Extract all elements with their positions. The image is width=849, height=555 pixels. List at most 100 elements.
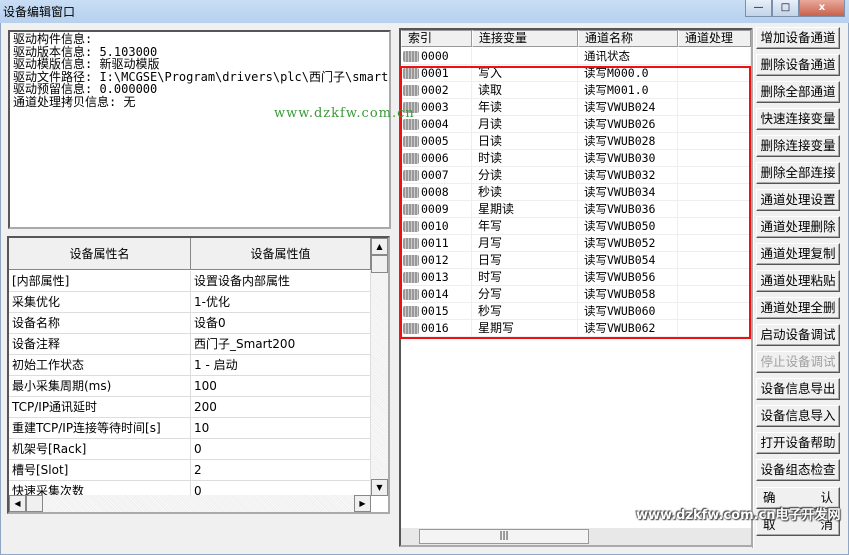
channel-index-text: 0005: [421, 134, 449, 148]
channel-process: [678, 303, 751, 319]
header-index[interactable]: 索引: [401, 30, 472, 47]
channel-row[interactable]: 0011 月写 读写VWUB052: [401, 235, 751, 252]
header-channel-name[interactable]: 通道名称: [578, 30, 678, 47]
channel-name: 读写M000.0: [578, 65, 678, 81]
list-scroll-thumb[interactable]: |||: [419, 529, 589, 544]
property-row[interactable]: TCP/IP通讯延时 200: [9, 397, 371, 418]
channel-process: [678, 116, 751, 132]
action-button[interactable]: 设备信息导出: [756, 378, 840, 400]
vertical-scrollbar[interactable]: ▲ ▼: [371, 238, 388, 496]
channel-index: 0011: [401, 235, 472, 251]
list-horizontal-scrollbar[interactable]: |||: [401, 528, 751, 545]
action-button[interactable]: 通道处理删除: [756, 216, 840, 238]
property-row[interactable]: 设备注释 西门子_Smart200: [9, 334, 371, 355]
channel-index-text: 0011: [421, 236, 449, 250]
property-row[interactable]: 初始工作状态 1 - 启动: [9, 355, 371, 376]
channel-process: [678, 167, 751, 183]
property-row[interactable]: 重建TCP/IP连接等待时间[s] 10: [9, 418, 371, 439]
property-value: 2: [191, 460, 371, 480]
channel-variable: 分写: [472, 286, 578, 302]
channel-index-text: 0004: [421, 117, 449, 131]
scroll-thumb[interactable]: [371, 255, 388, 273]
channel-name: 读写VWUB032: [578, 167, 678, 183]
channel-row[interactable]: 0006 时读 读写VWUB030: [401, 150, 751, 167]
action-button[interactable]: 通道处理粘贴: [756, 270, 840, 292]
channel-row[interactable]: 0013 时写 读写VWUB056: [401, 269, 751, 286]
action-button[interactable]: 设备信息导入: [756, 405, 840, 427]
channel-list[interactable]: 索引 连接变量 通道名称 通道处理 0000 通讯状态 0001 写入 读写M000.0…: [399, 28, 753, 547]
scroll-up-arrow-icon[interactable]: ▲: [371, 238, 388, 255]
h-scroll-thumb[interactable]: [26, 495, 43, 512]
property-grid[interactable]: 设备属性名 设备属性值 [内部属性] 设置设备内部属性 采集优化 1-优化 设备名称 设备…: [7, 236, 390, 514]
action-button[interactable]: 通道处理设置: [756, 189, 840, 211]
chip-icon: [403, 271, 419, 283]
channel-row[interactable]: 0007 分读 读写VWUB032: [401, 167, 751, 184]
action-button[interactable]: 停止设备调试: [756, 351, 840, 373]
close-button[interactable]: x: [799, 0, 845, 17]
channel-variable: 秒读: [472, 184, 578, 200]
channel-list-header: 索引 连接变量 通道名称 通道处理: [401, 30, 751, 47]
property-row[interactable]: 机架号[Rack] 0: [9, 439, 371, 460]
chip-icon: [403, 186, 419, 198]
chip-icon: [403, 322, 419, 334]
property-row[interactable]: 采集优化 1-优化: [9, 292, 371, 313]
property-row[interactable]: [内部属性] 设置设备内部属性: [9, 271, 371, 292]
channel-row[interactable]: 0002 读取 读写M001.0: [401, 82, 751, 99]
channel-name: 读写VWUB056: [578, 269, 678, 285]
header-variable[interactable]: 连接变量: [472, 30, 578, 47]
channel-process: [678, 82, 751, 98]
channel-row[interactable]: 0003 年读 读写VWUB024: [401, 99, 751, 116]
action-button[interactable]: 通道处理全删: [756, 297, 840, 319]
property-value: 100: [191, 376, 371, 396]
maximize-button[interactable]: □: [772, 0, 799, 17]
channel-row[interactable]: 0008 秒读 读写VWUB034: [401, 184, 751, 201]
channel-name: 读写VWUB030: [578, 150, 678, 166]
action-button[interactable]: 设备组态检查: [756, 459, 840, 481]
action-button[interactable]: 打开设备帮助: [756, 432, 840, 454]
scroll-right-arrow-icon[interactable]: ▶: [354, 495, 371, 512]
action-button[interactable]: 增加设备通道: [756, 27, 840, 49]
channel-variable: [472, 48, 578, 64]
scroll-left-arrow-icon[interactable]: ◀: [9, 495, 26, 512]
channel-row[interactable]: 0015 秒写 读写VWUB060: [401, 303, 751, 320]
action-button[interactable]: 快速连接变量: [756, 108, 840, 130]
property-row[interactable]: 最小采集周期(ms) 100: [9, 376, 371, 397]
channel-index-text: 0002: [421, 83, 449, 97]
channel-row[interactable]: 0005 日读 读写VWUB028: [401, 133, 751, 150]
channel-variable: 时读: [472, 150, 578, 166]
channel-row[interactable]: 0001 写入 读写M000.0: [401, 65, 751, 82]
action-button[interactable]: 删除设备通道: [756, 54, 840, 76]
channel-row[interactable]: 0014 分写 读写VWUB058: [401, 286, 751, 303]
channel-row[interactable]: 0000 通讯状态: [401, 48, 751, 65]
channel-process: [678, 48, 751, 64]
property-value: 设备0: [191, 313, 371, 333]
channel-index: 0010: [401, 218, 472, 234]
header-channel-process[interactable]: 通道处理: [678, 30, 751, 47]
property-name: [内部属性]: [9, 271, 191, 291]
minimize-button[interactable]: —: [745, 0, 772, 17]
action-button[interactable]: 删除连接变量: [756, 135, 840, 157]
horizontal-scrollbar[interactable]: ◀ ▶: [9, 495, 371, 512]
channel-row[interactable]: 0012 日写 读写VWUB054: [401, 252, 751, 269]
channel-process: [678, 320, 751, 336]
channel-row[interactable]: 0010 年写 读写VWUB050: [401, 218, 751, 235]
property-name: 设备名称: [9, 313, 191, 333]
action-button[interactable]: 删除全部连接: [756, 162, 840, 184]
channel-row[interactable]: 0004 月读 读写VWUB026: [401, 116, 751, 133]
action-button[interactable]: 删除全部通道: [756, 81, 840, 103]
channel-row[interactable]: 0009 星期读 读写VWUB036: [401, 201, 751, 218]
property-value: 10: [191, 418, 371, 438]
watermark-bottom: www.dzkfw.com.cn电子开发网: [636, 508, 841, 523]
action-button[interactable]: 启动设备调试: [756, 324, 840, 346]
action-button[interactable]: 通道处理复制: [756, 243, 840, 265]
scroll-down-arrow-icon[interactable]: ▼: [371, 479, 388, 496]
channel-variable: 月写: [472, 235, 578, 251]
property-row[interactable]: 设备名称 设备0: [9, 313, 371, 334]
channel-index-text: 0003: [421, 100, 449, 114]
property-value: 西门子_Smart200: [191, 334, 371, 354]
driver-info-textbox[interactable]: 驱动构件信息: 驱动版本信息: 5.103000 驱动模版信息: 新驱动模版 驱动文件…: [8, 30, 391, 229]
chip-icon: [403, 254, 419, 266]
property-row[interactable]: 槽号[Slot] 2: [9, 460, 371, 481]
property-value: 1-优化: [191, 292, 371, 312]
channel-row[interactable]: 0016 星期写 读写VWUB062: [401, 320, 751, 337]
